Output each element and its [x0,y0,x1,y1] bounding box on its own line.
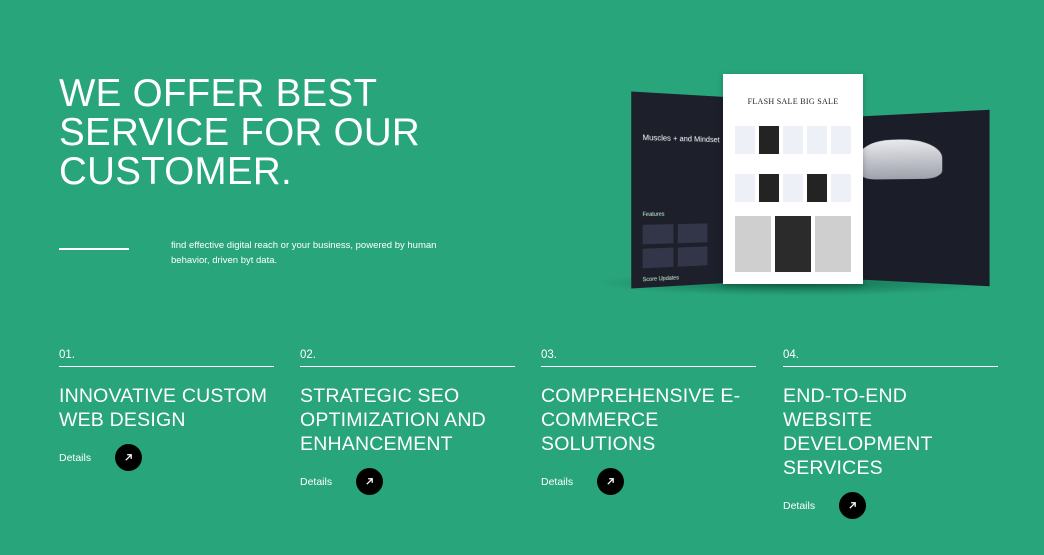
service-card-4: 04. END-TO-END WEBSITE DEVELOPMENT SERVI… [783,348,998,519]
details-link[interactable]: Details [59,444,274,471]
mockup-feature-card [642,224,674,245]
mockup-product-row [735,174,851,202]
service-title: INNOVATIVE CUSTOM WEB DESIGN [59,385,268,431]
service-title: COMPREHENSIVE E-COMMERCE SOLUTIONS [541,385,741,455]
mockup-screen-heading: Muscles + and Mindset [642,134,720,145]
hero-divider [59,248,129,250]
product-thumbnail [831,126,851,154]
service-number: 01. [59,348,274,367]
hero-heading-line: CUSTOMER. [59,150,293,193]
product-thumbnail [759,126,779,154]
mockup-feature-card [677,246,708,267]
service-title: STRATEGIC SEO OPTIMIZATION AND ENHANCEME… [300,385,486,455]
mockup-feature-card [642,247,674,269]
mockup-screen-features-label: Features [642,211,665,219]
service-number: 03. [541,348,756,367]
website-mockup-collage: Muscles + and Mindset Features Score Upd… [590,70,1000,300]
mockup-shop-heading: FLASH SALE BIG SALE [747,97,839,106]
details-label: Details [300,475,333,488]
product-thumbnail [735,174,755,202]
product-thumbnail [783,174,803,202]
details-link[interactable]: Details [541,468,756,495]
details-label: Details [59,451,92,464]
details-label: Details [541,475,574,488]
service-card-1: 01. INNOVATIVE CUSTOM WEB DESIGN Details [59,348,274,471]
mockup-screen-scores-label: Score Updates [642,275,679,284]
hero-heading: WE OFFER BEST SERVICE FOR OUR CUSTOMER. [59,74,579,191]
product-thumbnail [807,174,827,202]
arrow-up-right-icon[interactable] [839,492,867,519]
product-thumbnail [759,174,779,202]
product-thumbnail [831,174,851,202]
product-thumbnail [807,126,827,154]
arrow-up-right-icon[interactable] [356,468,384,495]
product-photo [775,216,811,272]
hero-heading-line: SERVICE FOR OUR [59,111,421,154]
arrow-up-right-icon[interactable] [115,444,143,471]
service-card-3: 03. COMPREHENSIVE E-COMMERCE SOLUTIONS D… [541,348,756,495]
mockup-feature-card [677,223,708,244]
mockup-screen-shop: FLASH SALE BIG SALE [723,74,863,284]
details-link[interactable]: Details [783,492,998,519]
product-thumbnail [735,126,755,154]
service-title: END-TO-END WEBSITE DEVELOPMENT SERVICES [783,385,933,479]
mockup-product-row [735,126,851,154]
product-thumbnail [783,126,803,154]
arrow-up-right-icon[interactable] [597,468,625,495]
details-label: Details [783,499,816,512]
car-image [859,137,943,180]
product-photo [815,216,851,272]
service-number: 04. [783,348,998,367]
service-card-2: 02. STRATEGIC SEO OPTIMIZATION AND ENHAN… [300,348,515,495]
service-number: 02. [300,348,515,367]
mockup-photo-row [735,216,851,272]
hero-heading-line: WE OFFER BEST [59,72,378,115]
product-photo [735,216,771,272]
hero-tagline: find effective digital reach or your bus… [171,240,437,266]
details-link[interactable]: Details [300,468,515,495]
